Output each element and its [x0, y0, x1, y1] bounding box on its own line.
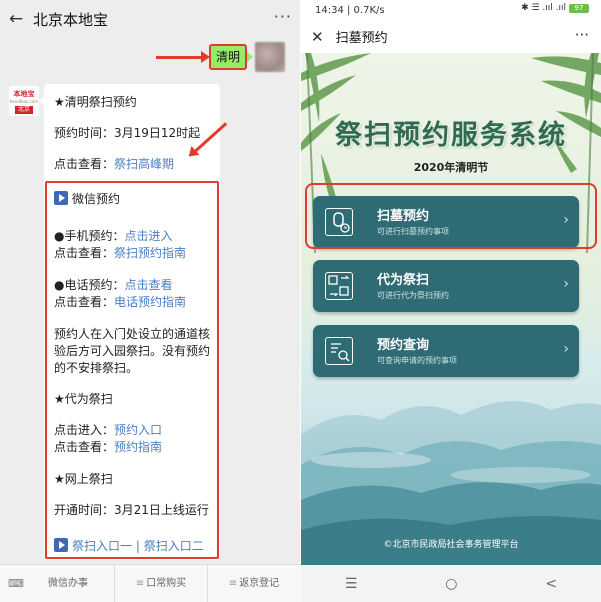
online-title: ★网上祭扫: [54, 472, 113, 486]
menu-label: 微信办事: [48, 577, 88, 589]
card-desc: 可进行代为祭扫预约: [377, 291, 449, 300]
bubble-tail: [247, 52, 253, 62]
tel-reserve-line: ●电话预约：点击查看: [54, 276, 173, 293]
chat-footer-menu: ⌨ 微信办事 ≡ 口常购买 ≡ 返京登记: [0, 564, 300, 602]
home-icon[interactable]: ○: [445, 576, 457, 592]
guide2-prefix: 点击查看：: [54, 295, 115, 309]
annotation-highlight-box: [305, 183, 597, 249]
note-line-3: 的不安排祭扫。: [54, 361, 139, 375]
entry2-link[interactable]: 祭扫入口二: [144, 539, 204, 553]
guide1-link[interactable]: 祭扫预约指南: [114, 246, 186, 260]
app-header: ✕ 扫墓预约 ···: [301, 20, 601, 53]
play-icon: [54, 191, 68, 205]
card-title: 代为祭扫: [377, 273, 430, 288]
proxy-guide-link[interactable]: 预约指南: [114, 440, 162, 454]
logo-city: 北京: [15, 106, 33, 114]
menu-label: 返京登记: [239, 577, 280, 589]
status-bar: 14:34 | 0.7K/s ✱ ☰ .ııl .ııl 97: [301, 0, 601, 20]
menu-item-register[interactable]: ≡ 返京登记: [208, 565, 300, 602]
card-reservation-query[interactable]: 预约查询 可查询申请的预约事项 ›: [313, 325, 579, 377]
search-document-icon: [325, 337, 353, 365]
guide2-line: 点击查看：电话预约指南: [54, 293, 186, 310]
wechat-reserve-title: 微信预约: [54, 190, 120, 207]
copyright-text: ©北京市民政局社会事务管理平台: [383, 540, 519, 550]
menu-item-shopping[interactable]: ≡ 口常购买: [115, 564, 208, 602]
chat-header: ← 北京本地宝 ···: [0, 0, 300, 38]
guide1-line: 点击查看：祭扫预约指南: [54, 244, 186, 261]
menu-label: 口常购买: [146, 577, 187, 589]
close-icon[interactable]: ✕: [311, 28, 324, 46]
annotation-arrow: [156, 51, 210, 63]
user-avatar[interactable]: [255, 42, 285, 72]
background-scene: 祭扫预约服务系统 2020年清明节 扫墓预约 可进行扫墓预约事项 › 代为祭扫 …: [301, 53, 601, 565]
note-line-2: 验后方可入园祭扫。没有预约: [54, 344, 211, 358]
chevron-right-icon: ›: [563, 341, 569, 357]
entry-line: 祭扫入口一 | 祭扫入口二: [54, 537, 204, 554]
proxy-enter-line: 点击进入：预约入口: [54, 421, 162, 438]
peak-prefix: 点击查看：: [54, 157, 115, 171]
card-desc: 可查询申请的预约事项: [377, 356, 457, 365]
signal-icons: ✱ ☰ .ııl .ııl: [521, 3, 566, 13]
back-arrow-icon[interactable]: ←: [9, 0, 25, 38]
tel-reserve-link[interactable]: 点击查看: [124, 278, 172, 292]
proxy-enter-link[interactable]: 预约入口: [114, 423, 162, 437]
wechat-reserve-label: 微信预约: [72, 192, 121, 206]
system-title: 祭扫预约服务系统: [335, 120, 567, 151]
proxy-title: ★代为祭扫: [54, 392, 113, 406]
chat-title: 北京本地宝: [33, 10, 109, 29]
play-icon: [54, 538, 68, 552]
phone-reserve-link[interactable]: 点击进入: [124, 229, 172, 243]
peak-link[interactable]: 祭扫高峰期: [114, 157, 174, 171]
keyboard-icon[interactable]: ⌨: [8, 577, 24, 590]
proxy-guide-prefix: 点击查看：: [54, 440, 115, 454]
phone-reserve-line: ●手机预约：点击进入: [54, 227, 173, 244]
menu-icon[interactable]: ☰: [345, 576, 358, 592]
logo-subtext: bendibao.com: [9, 99, 39, 104]
battery-icon: 97: [569, 3, 589, 13]
reserve-time: 预约时间：3月19日12时起: [54, 126, 201, 140]
entry1-link[interactable]: 祭扫入口一: [72, 539, 132, 553]
guide2-link[interactable]: 电话预约指南: [114, 295, 186, 309]
proxy-guide-line: 点击查看：预约指南: [54, 438, 162, 455]
card-title: 预约查询: [377, 338, 430, 353]
back-icon[interactable]: <: [545, 576, 557, 592]
peak-line: 点击查看：祭扫高峰期: [54, 155, 174, 172]
status-time: 14:34 | 0.7K/s: [315, 4, 385, 16]
proxy-swap-icon: [325, 272, 353, 300]
card-proxy-reservation[interactable]: 代为祭扫 可进行代为祭扫预约 ›: [313, 260, 579, 312]
sent-message-bubble: 清明: [209, 44, 247, 70]
more-options-icon[interactable]: ···: [274, 7, 292, 26]
proxy-enter-prefix: 点击进入：: [54, 423, 115, 437]
menu-item-wechat-service[interactable]: 微信办事: [22, 564, 115, 602]
menu-icon: ≡: [135, 577, 145, 589]
system-subtitle: 2020年清明节: [413, 161, 489, 174]
status-icons: ✱ ☰ .ııl .ııl 97: [521, 3, 589, 13]
chevron-right-icon: ›: [563, 276, 569, 292]
phone-reserve-prefix: ●手机预约：: [54, 229, 125, 243]
more-options-icon[interactable]: ···: [575, 26, 589, 44]
tel-reserve-prefix: ●电话预约：: [54, 278, 125, 292]
logo-text: 本地宝: [13, 90, 35, 98]
android-nav-bar: ☰ ○ <: [301, 565, 601, 602]
message-heading: ★清明祭扫预约: [54, 95, 137, 109]
guide1-prefix: 点击查看：: [54, 246, 115, 260]
menu-icon: ≡: [228, 577, 238, 589]
mountain-decoration: [301, 401, 601, 565]
online-time: 开通时间：3月21日上线运行: [54, 503, 209, 517]
note-line-1: 预约人在入门处设立的通道核: [54, 327, 211, 341]
sender-avatar[interactable]: 本地宝 bendibao.com 北京: [9, 86, 39, 116]
app-title: 扫墓预约: [335, 31, 388, 46]
entry-separator: |: [132, 539, 144, 553]
phone-screen: 14:34 | 0.7K/s ✱ ☰ .ııl .ııl 97 ✕ 扫墓预约 ·…: [301, 0, 601, 602]
wechat-chat-panel: ← 北京本地宝 ··· 清明 本地宝 bendibao.com 北京 ★清明祭扫…: [0, 0, 300, 602]
